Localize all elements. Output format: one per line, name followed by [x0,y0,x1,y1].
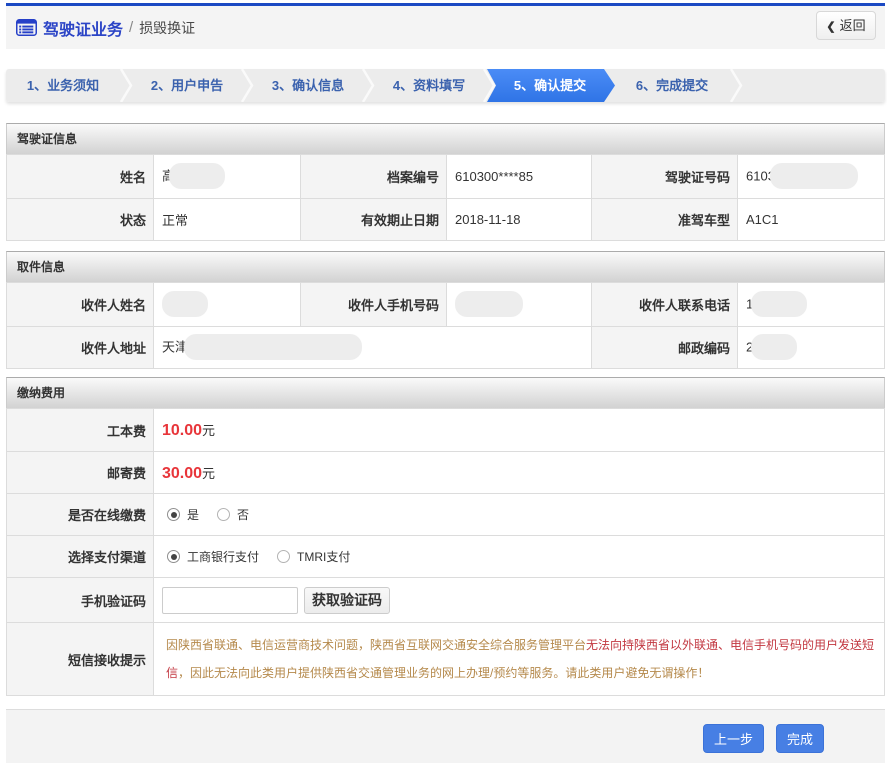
svg-text:1、业务须知: 1、业务须知 [27,78,99,93]
svg-text:3、确认信息: 3、确认信息 [272,78,344,93]
svg-text:6、完成提交: 6、完成提交 [636,78,708,93]
svg-text:2、用户申告: 2、用户申告 [151,78,223,93]
svg-text:4、资料填写: 4、资料填写 [393,78,465,93]
svg-text:5、确认提交: 5、确认提交 [514,78,586,93]
